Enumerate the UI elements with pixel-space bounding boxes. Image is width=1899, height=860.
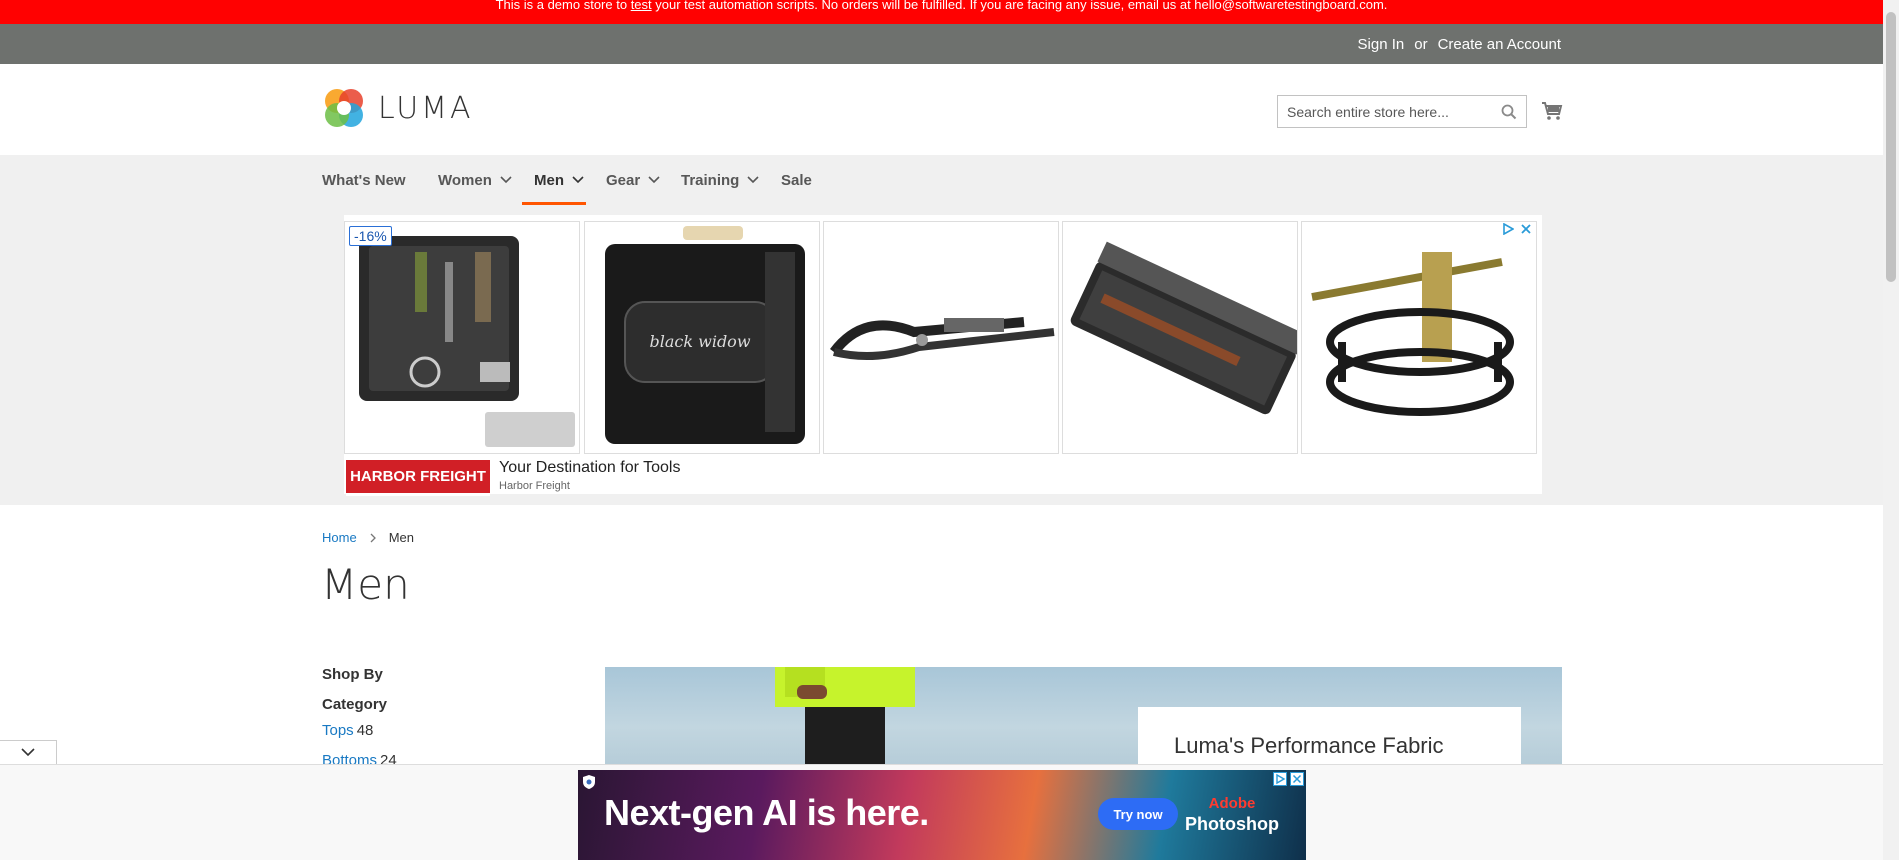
- nav-label: Sale: [781, 171, 812, 189]
- scrollbar-thumb[interactable]: [1886, 12, 1896, 282]
- adchoices-icon[interactable]: [1502, 223, 1514, 235]
- ad-headline[interactable]: Your Destination for Tools: [499, 459, 680, 477]
- harbor-freight-logo[interactable]: HARBOR FREIGHT: [346, 460, 490, 496]
- nav-label: Women: [438, 171, 492, 189]
- search-input[interactable]: [1278, 96, 1526, 127]
- page-title: Men: [321, 560, 410, 609]
- nav-item-whats-new[interactable]: What's New: [322, 155, 406, 205]
- ad-advertiser: Harbor Freight: [499, 480, 570, 492]
- nav-label: What's New: [322, 171, 406, 189]
- demo-notice-link[interactable]: test: [631, 0, 652, 12]
- nav-item-men[interactable]: Men: [534, 155, 584, 205]
- breadcrumb-current: Men: [388, 530, 414, 545]
- shop-by-heading: Shop By: [322, 666, 383, 683]
- brand-line-2: Photoshop: [1185, 814, 1279, 834]
- create-account-link[interactable]: Create an Account: [1438, 36, 1561, 53]
- runner-image: [775, 667, 915, 767]
- pliers-image: [830, 317, 1055, 360]
- nav-item-training[interactable]: Training: [681, 155, 759, 205]
- sticky-ad[interactable]: Next-gen AI is here. Try now Adobe Photo…: [578, 770, 1306, 860]
- sticky-ad-controls[interactable]: [1273, 772, 1304, 786]
- or-separator: or: [1414, 35, 1428, 53]
- generator-image: black widow: [605, 226, 805, 444]
- demo-notice-text-pre: This is a demo store to: [495, 0, 631, 12]
- nav-label: Gear: [606, 171, 641, 189]
- logo-text: LUMA: [378, 90, 474, 126]
- nav-item-women[interactable]: Women: [438, 155, 512, 205]
- page-scrollbar[interactable]: [1883, 0, 1899, 860]
- svg-text:black widow: black widow: [649, 332, 750, 351]
- ad-product-rifle-case[interactable]: [1062, 221, 1298, 454]
- breadcrumb: Home Men: [322, 530, 414, 545]
- search-box: [1277, 95, 1527, 128]
- discount-badge: -16%: [349, 226, 392, 246]
- ad-product-tire-changer[interactable]: [1301, 221, 1537, 454]
- collapse-ad-tab[interactable]: [0, 740, 57, 764]
- search-icon[interactable]: [1500, 103, 1518, 121]
- filter-label[interactable]: Tops: [322, 722, 354, 739]
- chevron-down-icon: [21, 748, 35, 757]
- adchoices-icon[interactable]: [1273, 772, 1287, 786]
- nav-label: Training: [681, 171, 740, 189]
- chevron-right-icon: [370, 533, 376, 542]
- display-ad[interactable]: -16% black widow HARBOR FREIGHT Your Des…: [344, 215, 1542, 496]
- demo-notice-banner: This is a demo store to test your test a…: [0, 0, 1883, 24]
- nav-label: Men: [534, 171, 564, 189]
- sticky-ad-band: Next-gen AI is here. Try now Adobe Photo…: [0, 764, 1883, 860]
- nav-item-sale[interactable]: Sale: [781, 155, 812, 205]
- survival-kit-image: [359, 236, 575, 447]
- hero-card-title: Luma's Performance Fabric: [1174, 733, 1444, 758]
- header-main: LUMA: [0, 64, 1883, 155]
- close-icon[interactable]: [1520, 223, 1532, 235]
- header-links: Sign In or Create an Account: [1358, 24, 1561, 64]
- tire-changer-image: [1311, 252, 1514, 416]
- main-navigation: What's New Women Men Gear Training Sale: [0, 155, 1883, 205]
- breadcrumb-home[interactable]: Home: [322, 530, 357, 545]
- sign-in-link[interactable]: Sign In: [1358, 36, 1405, 53]
- adobe-photoshop-brand: Adobe Photoshop: [1185, 794, 1279, 834]
- ad-product-pliers[interactable]: [823, 221, 1059, 454]
- chevron-down-icon: [648, 176, 660, 184]
- hero-banner[interactable]: Luma's Performance Fabric: [605, 667, 1562, 767]
- cart-icon[interactable]: [1540, 99, 1564, 123]
- ad-product-generator[interactable]: black widow: [584, 221, 820, 454]
- filter-count: 48: [356, 722, 374, 739]
- chevron-down-icon: [572, 176, 584, 184]
- rifle-case-image: [1070, 241, 1297, 415]
- ad-area-top: -16% black widow HARBOR FREIGHT Your Des…: [0, 205, 1883, 505]
- filter-category-title[interactable]: Category: [322, 696, 387, 713]
- shield-icon: [583, 775, 595, 789]
- ad-product-survival-kit[interactable]: -16%: [344, 221, 580, 454]
- store-logo[interactable]: LUMA: [322, 86, 474, 130]
- sticky-ad-headline: Next-gen AI is here.: [604, 792, 929, 833]
- luma-logo-icon: [325, 89, 363, 127]
- chevron-down-icon: [500, 176, 512, 184]
- chevron-down-icon: [747, 176, 759, 184]
- demo-notice-text-post: your test automation scripts. No orders …: [651, 0, 1388, 12]
- nav-item-gear[interactable]: Gear: [606, 155, 660, 205]
- brand-line-1: Adobe: [1208, 795, 1256, 812]
- ad-choices[interactable]: [1502, 223, 1532, 235]
- hero-card: Luma's Performance Fabric: [1138, 707, 1521, 767]
- try-now-button[interactable]: Try now: [1098, 798, 1178, 830]
- panel-header: Sign In or Create an Account: [0, 24, 1883, 64]
- ad-footer: HARBOR FREIGHT Your Destination for Tool…: [344, 458, 1542, 496]
- close-icon[interactable]: [1290, 772, 1304, 786]
- filter-item-tops[interactable]: Tops 48: [322, 722, 373, 739]
